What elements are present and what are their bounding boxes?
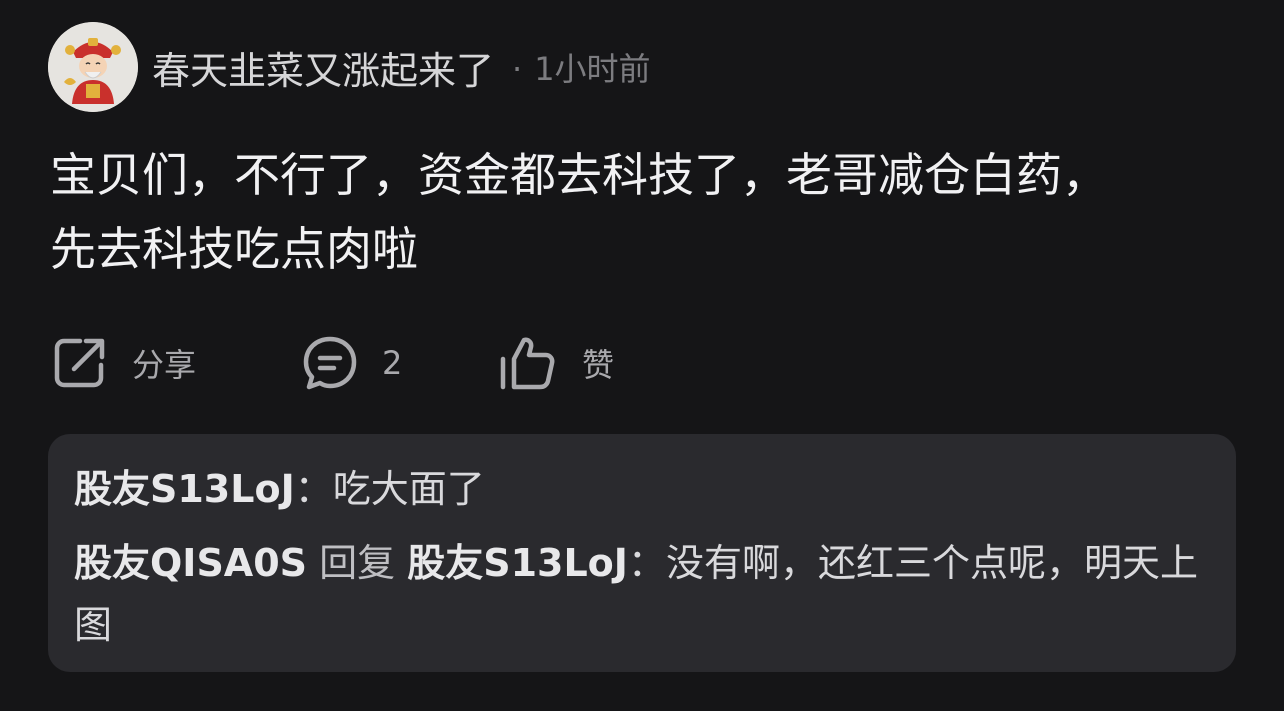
comment-button[interactable]: 2 xyxy=(302,330,402,396)
share-button[interactable]: 分享 xyxy=(52,330,196,396)
time-text: 1小时前 xyxy=(534,50,651,88)
replies-preview[interactable]: 股友S13LoJ：吃大面了 股友QISA0S 回复 股友S13LoJ：没有啊，还… xyxy=(48,434,1236,672)
post-content: 宝贝们，不行了，资金都去科技了，老哥减仓白药， 先去科技吃点肉啦 xyxy=(50,148,1108,276)
thumbs-up-icon xyxy=(498,335,558,391)
like-label: 赞 xyxy=(582,346,615,384)
comment-count: 2 xyxy=(382,344,403,382)
reply-item[interactable]: 股友QISA0S 回复 股友S13LoJ：没有啊，还红三个点呢，明天上图 xyxy=(74,532,1210,656)
share-icon xyxy=(52,335,108,391)
time-separator: · xyxy=(512,50,523,88)
post-header: 春天韭菜又涨起来了 · 1小时前 xyxy=(48,22,651,112)
post-time: · 1小时前 xyxy=(512,44,651,90)
reply-separator: ： xyxy=(294,467,333,511)
like-button[interactable]: 赞 xyxy=(498,330,614,396)
reply-item[interactable]: 股友S13LoJ：吃大面了 xyxy=(74,458,1210,520)
share-label: 分享 xyxy=(132,346,197,384)
comment-bubble-icon xyxy=(302,335,358,391)
author-name[interactable]: 春天韭菜又涨起来了 xyxy=(152,40,494,95)
reply-author[interactable]: 股友S13LoJ xyxy=(74,467,295,511)
reply-separator: ： xyxy=(627,541,666,585)
action-bar: 分享 2 赞 xyxy=(52,330,752,396)
reply-text: 吃大面了 xyxy=(332,467,485,511)
reply-verb: 回复 xyxy=(307,541,408,585)
god-of-wealth-avatar-icon xyxy=(48,22,138,112)
avatar[interactable] xyxy=(48,22,138,112)
reply-target[interactable]: 股友S13LoJ xyxy=(407,541,628,585)
reply-author[interactable]: 股友QISA0S xyxy=(74,541,307,585)
comment-card: 春天韭菜又涨起来了 · 1小时前 宝贝们，不行了，资金都去科技了，老哥减仓白药， … xyxy=(0,0,1284,711)
